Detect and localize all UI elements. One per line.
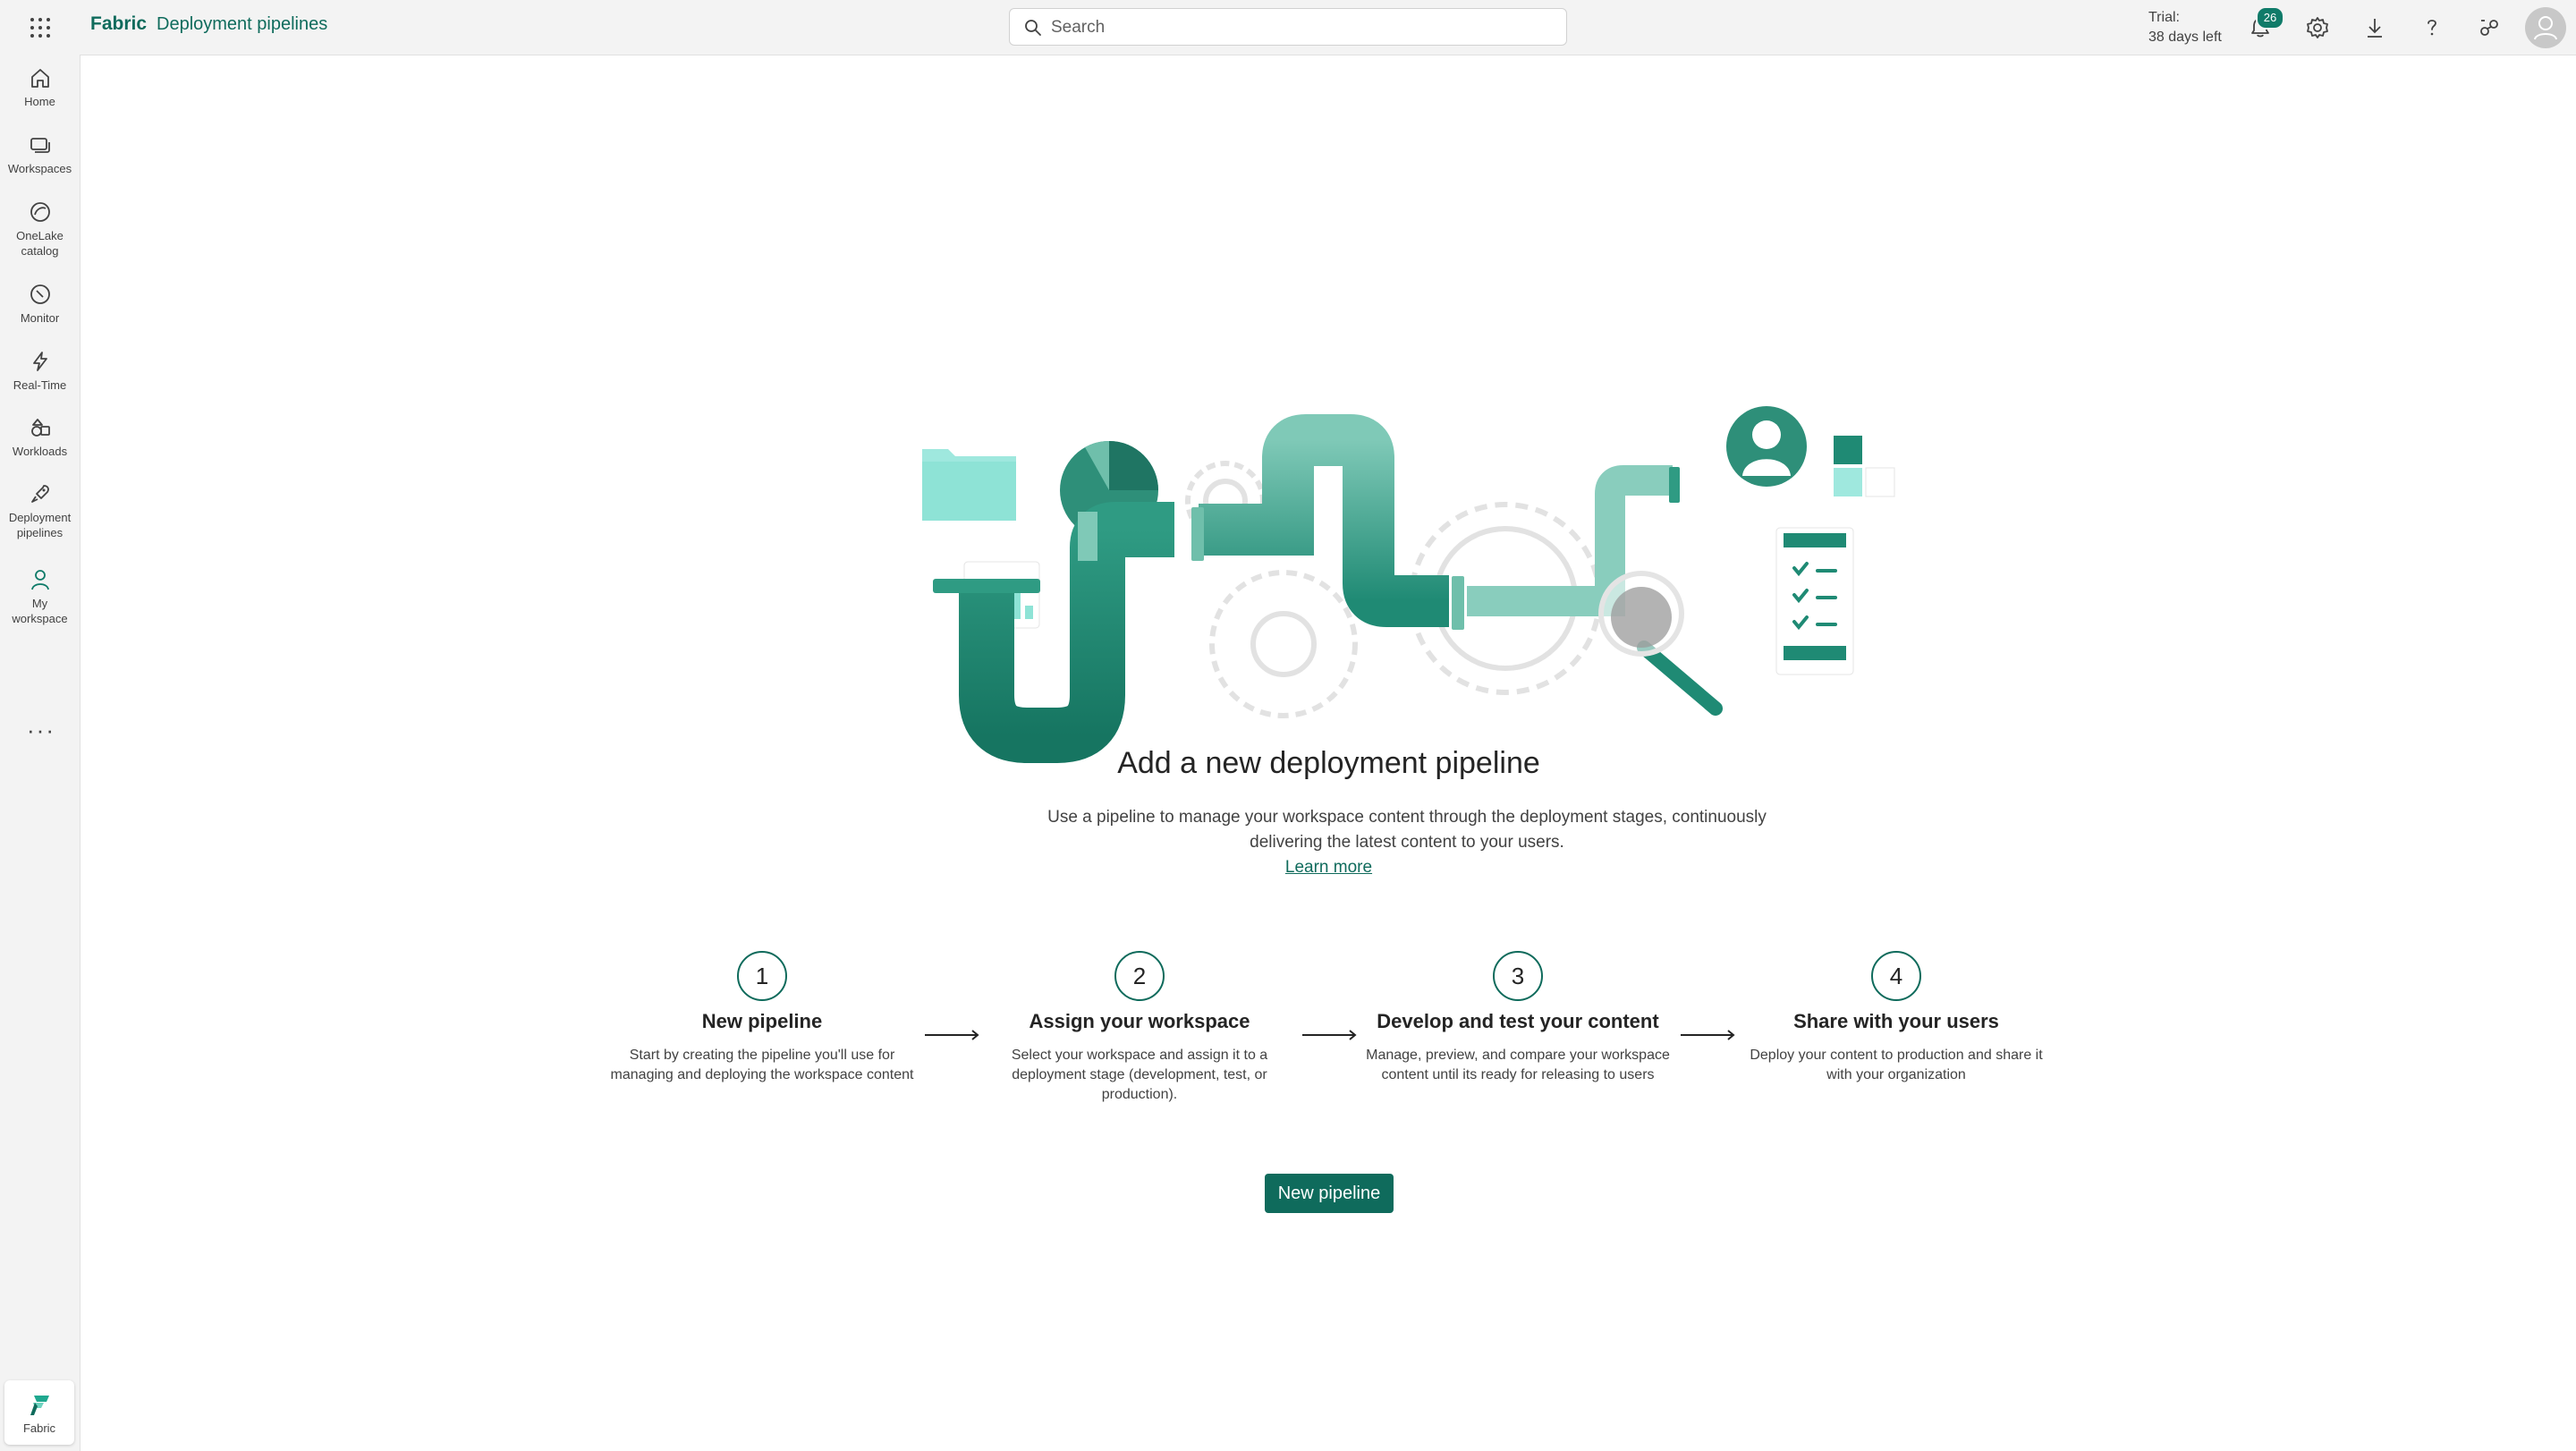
- step-title: Assign your workspace: [1029, 1010, 1250, 1032]
- sidebar-item-my-workspace[interactable]: My workspace: [0, 567, 80, 626]
- more-options-icon[interactable]: ···: [27, 717, 55, 744]
- page-title: Add a new deployment pipeline: [1117, 746, 1540, 780]
- search-box[interactable]: [1009, 8, 1567, 46]
- sidebar-item-workloads[interactable]: Workloads: [0, 415, 80, 459]
- step-number: 3: [1493, 951, 1543, 1001]
- sidebar-item-label: Monitor: [20, 311, 60, 325]
- workloads-icon: [30, 419, 50, 437]
- breadcrumb[interactable]: Deployment pipelines: [157, 14, 327, 35]
- trial-status[interactable]: Trial: 38 days left: [2148, 8, 2222, 47]
- step-number: 2: [1114, 951, 1165, 1001]
- sidebar-item-deployment-pipelines[interactable]: Deployment pipelines: [0, 481, 80, 540]
- step-1: 1 New pipeline Start by creating the pip…: [601, 951, 923, 1085]
- pipe-icon: [933, 414, 1680, 763]
- search-icon: [1025, 20, 1041, 36]
- tiles-icon: [1834, 436, 1895, 497]
- person-avatar-icon: [1726, 406, 1807, 487]
- step-3: 3 Develop and test your content Manage, …: [1357, 951, 1679, 1085]
- sidebar-item-label: Workloads: [12, 445, 68, 458]
- deployment-pipelines-icon: [30, 485, 49, 503]
- gear-icon[interactable]: [2302, 13, 2333, 43]
- home-icon: [30, 69, 49, 88]
- left-navigation-rail: Home Workspaces OneLake catalog Monitor …: [0, 55, 80, 1451]
- step-description: Select your workspace and assign it to a…: [1011, 1048, 1268, 1102]
- step-title: Share with your users: [1793, 1010, 1999, 1032]
- help-icon[interactable]: [2417, 13, 2447, 43]
- realtime-icon: [32, 352, 47, 371]
- step-description: Start by creating the pipeline you'll us…: [610, 1048, 914, 1082]
- magnifier-icon: [1598, 571, 1723, 716]
- sidebar-item-label: OneLake catalog: [16, 229, 64, 258]
- brand-title[interactable]: Fabric: [90, 13, 147, 35]
- fabric-tile-label: Fabric: [22, 1421, 56, 1435]
- sidebar-item-label: Home: [24, 95, 55, 108]
- sidebar-item-label: Deployment pipelines: [8, 511, 72, 539]
- my-workspace-icon: [30, 570, 49, 590]
- share-icon[interactable]: [2474, 13, 2504, 43]
- step-description: Deploy your content to production and sh…: [1750, 1048, 2043, 1082]
- step-title: New pipeline: [701, 1010, 823, 1032]
- learn-more-container: Learn more: [80, 858, 2576, 878]
- new-pipeline-button[interactable]: New pipeline: [1265, 1174, 1394, 1213]
- monitor-icon: [30, 284, 50, 304]
- download-icon[interactable]: [2360, 13, 2390, 43]
- sidebar-item-monitor[interactable]: Monitor: [0, 282, 80, 326]
- fabric-logo-icon: [30, 1396, 49, 1415]
- step-2: 2 Assign your workspace Select your work…: [979, 951, 1301, 1105]
- deployment-pipeline-illustration: [922, 406, 1895, 763]
- sidebar-item-label: Workspaces: [7, 162, 72, 175]
- onelake-icon: [30, 202, 50, 222]
- trial-days-left: 38 days left: [2148, 30, 2222, 45]
- person-icon: [2534, 16, 2557, 40]
- sidebar-item-label: My workspace: [12, 597, 68, 625]
- step-title: Develop and test your content: [1377, 1010, 1659, 1032]
- notification-badge: 26: [2256, 6, 2284, 30]
- arrow-right-icon: [1681, 1030, 1735, 1040]
- folder-icon: [922, 449, 1016, 521]
- arrow-right-icon: [1302, 1030, 1357, 1040]
- checklist-icon: [1775, 527, 1854, 675]
- step-description: Manage, preview, and compare your worksp…: [1366, 1048, 1670, 1082]
- arrow-right-icon: [925, 1030, 979, 1040]
- top-bar: Fabric Deployment pipelines Trial: 38 da…: [0, 0, 2576, 55]
- sidebar-item-home[interactable]: Home: [0, 65, 80, 109]
- app-launcher-icon[interactable]: [27, 14, 54, 41]
- sidebar-item-workspaces[interactable]: Workspaces: [0, 132, 80, 176]
- workspaces-icon: [30, 138, 50, 153]
- page-description: Use a pipeline to manage your workspace …: [1047, 808, 1767, 852]
- sidebar-item-label: Real-Time: [13, 378, 67, 392]
- step-number: 1: [737, 951, 787, 1001]
- avatar[interactable]: [2525, 7, 2566, 48]
- sidebar-item-real-time[interactable]: Real-Time: [0, 349, 80, 393]
- step-4: 4 Share with your users Deploy your cont…: [1735, 951, 2057, 1085]
- fabric-experience-switcher[interactable]: Fabric: [4, 1380, 74, 1445]
- step-number: 4: [1871, 951, 1921, 1001]
- main-canvas: Add a new deployment pipeline Use a pipe…: [80, 55, 2576, 1451]
- sidebar-item-onelake-catalog[interactable]: OneLake catalog: [0, 199, 80, 259]
- learn-more-link[interactable]: Learn more: [1285, 858, 1372, 877]
- search-input[interactable]: [1049, 14, 1554, 41]
- trial-label: Trial:: [2148, 10, 2180, 25]
